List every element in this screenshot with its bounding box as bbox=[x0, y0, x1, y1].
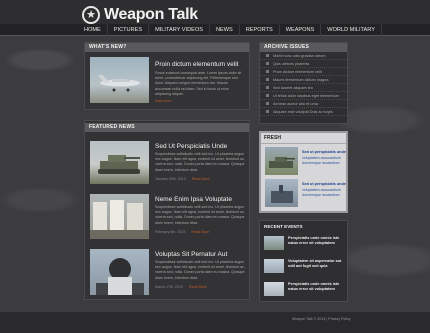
featured-date: March 17th, 2013 bbox=[155, 285, 183, 289]
recent-image[interactable] bbox=[264, 236, 284, 250]
fresh-panel: FRESH Sed ut perspiciatis unde voluptate… bbox=[259, 131, 348, 213]
star-icon: ★ bbox=[82, 6, 100, 24]
fresh-title[interactable]: Sed ut perspiciatis unde bbox=[302, 182, 346, 186]
bullet-icon bbox=[266, 78, 269, 81]
nav-military-videos[interactable]: MILITARY VIDEOS bbox=[149, 24, 210, 36]
archive-item[interactable]: Aenean auctor wisi et urna bbox=[260, 100, 347, 108]
featured-body: Suspendisse sollicitudin velit sed leo. … bbox=[155, 205, 245, 225]
featured-title[interactable]: Neme Enim Ipsa Voluptate bbox=[155, 196, 232, 203]
featured-body: Suspendisse sollicitudin velit sed leo. … bbox=[155, 260, 245, 280]
footer: Weapon Talk © 2013 | Privacy Policy bbox=[0, 312, 430, 333]
featured-date: January 25th, 2013 bbox=[155, 177, 186, 181]
bullet-icon bbox=[266, 70, 269, 73]
whats-new-body: Fusce euismod consequat ante. Lorem ipsu… bbox=[155, 71, 242, 96]
archive-item[interactable]: Ut tellus dolor dapibus eget elementum bbox=[260, 92, 347, 100]
nav-home[interactable]: HOME bbox=[82, 24, 108, 36]
bullet-icon bbox=[266, 62, 269, 65]
logo-text: Weapon Talk bbox=[104, 6, 198, 23]
recent-image[interactable] bbox=[264, 282, 284, 296]
featured-image[interactable] bbox=[90, 249, 149, 295]
recent-text[interactable]: Perspiciatis unde omnis iste natus error… bbox=[288, 282, 346, 292]
featured-body: Suspendisse sollicitudin velit sed leo. … bbox=[155, 152, 245, 172]
featured-image[interactable] bbox=[90, 141, 149, 184]
nav-world-military[interactable]: WORLD MILITARY bbox=[321, 24, 382, 36]
nav-news[interactable]: NEWS bbox=[210, 24, 240, 36]
top-bar bbox=[0, 0, 430, 24]
whats-new-image[interactable] bbox=[90, 57, 149, 103]
archive-panel: ARCHIVE ISSUES Morbi nunc odio gravida r… bbox=[259, 42, 348, 124]
featured-meta: January 25th, 2013 Read More bbox=[155, 177, 210, 181]
fresh-body: voluptatem accusantium doloremque laudan… bbox=[302, 188, 341, 197]
archive-item[interactable]: Sed laoreet aliquam leo bbox=[260, 84, 347, 92]
logo[interactable]: ★ Weapon Talk bbox=[82, 4, 198, 26]
recent-text[interactable]: Perspiciatis unde omnis iste natus error… bbox=[288, 236, 346, 246]
featured-meta: March 17th, 2013 Read More bbox=[155, 285, 207, 289]
archive-item[interactable]: Morbi nunc odio gravida rutrum bbox=[260, 52, 347, 60]
footer-text[interactable]: Weapon Talk © 2013 | Privacy Policy bbox=[292, 317, 351, 321]
nav-weapons[interactable]: WEAPONS bbox=[280, 24, 322, 36]
featured-date: February 8th, 2013 bbox=[155, 230, 186, 234]
archive-item[interactable]: Quis ultrices pharetra bbox=[260, 60, 347, 68]
archive-item[interactable]: Proin dictum elementum velit bbox=[260, 68, 347, 76]
featured-title[interactable]: Voluptas Sit Pernatur Aut bbox=[155, 251, 227, 258]
featured-read-more[interactable]: Read More bbox=[189, 285, 207, 289]
whats-new-panel: WHAT'S NEW? Proin dictum elementum velit… bbox=[84, 42, 250, 110]
featured-meta: February 8th, 2013 Read More bbox=[155, 230, 209, 234]
nav-reports[interactable]: REPORTS bbox=[240, 24, 280, 36]
fresh-image[interactable] bbox=[265, 147, 298, 175]
fresh-title[interactable]: Sed ut perspiciatis unde bbox=[302, 150, 346, 154]
bullet-icon bbox=[266, 110, 269, 113]
featured-panel: FEATURED NEWS Sed Ut Perspiciatis Unde S… bbox=[84, 120, 250, 300]
whats-new-link[interactable]: read more bbox=[155, 99, 171, 103]
main-nav: HOME PICTURES MILITARY VIDEOS NEWS REPOR… bbox=[0, 24, 430, 36]
fresh-image[interactable] bbox=[265, 179, 298, 207]
recent-panel: RECENT EVENTS Perspiciatis unde omnis is… bbox=[259, 220, 348, 302]
archive-item[interactable]: Mauris fermentum dictum magna bbox=[260, 76, 347, 84]
bullet-icon bbox=[266, 94, 269, 97]
recent-heading: RECENT EVENTS bbox=[264, 224, 303, 229]
archive-heading: ARCHIVE ISSUES bbox=[260, 43, 347, 52]
nav-pictures[interactable]: PICTURES bbox=[108, 24, 150, 36]
bullet-icon bbox=[266, 54, 269, 57]
archive-item[interactable]: Aliquam erat volutpat Duis ac turpis bbox=[260, 108, 347, 116]
featured-image[interactable] bbox=[90, 194, 149, 239]
featured-heading: FEATURED NEWS bbox=[85, 123, 249, 132]
whats-new-heading: WHAT'S NEW? bbox=[85, 43, 249, 52]
fresh-heading: FRESH bbox=[261, 133, 346, 144]
featured-read-more[interactable]: Read More bbox=[191, 230, 209, 234]
featured-read-more[interactable]: Read More bbox=[192, 177, 210, 181]
bullet-icon bbox=[266, 86, 269, 89]
bullet-icon bbox=[266, 102, 269, 105]
fresh-body: voluptatem accusantium doloremque laudan… bbox=[302, 156, 341, 165]
recent-text[interactable]: Voluptatem sit aspernatur aut odit aut f… bbox=[288, 259, 346, 269]
featured-title[interactable]: Sed Ut Perspiciatis Unde bbox=[155, 143, 227, 150]
recent-image[interactable] bbox=[264, 259, 284, 273]
whats-new-title[interactable]: Proin dictum elementum velit bbox=[155, 61, 238, 68]
